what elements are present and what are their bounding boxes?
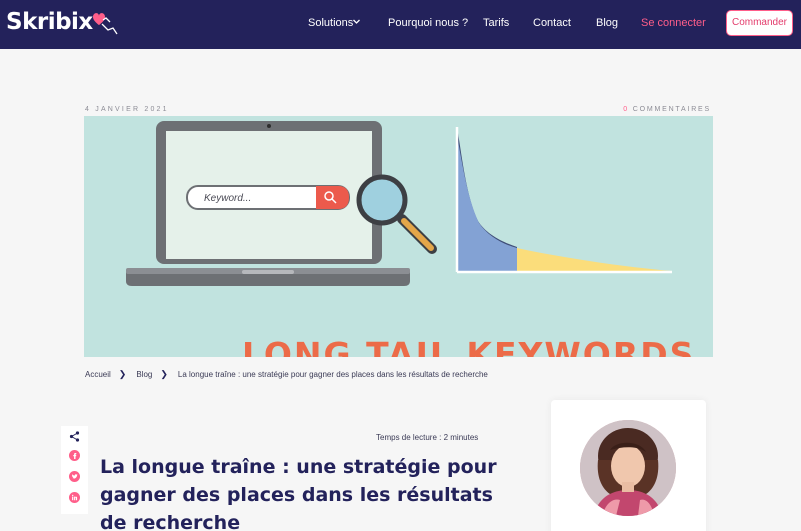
chevron-right-icon: ❯	[118, 369, 127, 379]
breadcrumb-home[interactable]: Accueil	[85, 370, 111, 379]
author-avatar	[580, 420, 676, 516]
breadcrumb-blog[interactable]: Blog	[136, 370, 152, 379]
breadcrumb-current: La longue traîne : une stratégie pour ga…	[177, 370, 488, 379]
login-link[interactable]: Se connecter	[641, 17, 706, 29]
post-date: 4 janvier 2021	[85, 106, 169, 113]
order-button[interactable]: Commander	[726, 10, 793, 36]
chevron-right-icon: ❯	[160, 369, 168, 379]
article-title: La longue traîne : une stratégie pour ga…	[100, 456, 497, 531]
twitter-icon[interactable]	[69, 471, 80, 482]
author-card	[551, 400, 706, 531]
brand-logo[interactable]: Skribix	[6, 9, 93, 35]
facebook-icon[interactable]	[69, 450, 80, 461]
share-bar	[61, 426, 88, 514]
hero-title: LONG TAIL KEYWORDS	[242, 335, 696, 357]
share-icon[interactable]	[69, 431, 80, 442]
comment-count: 0	[623, 106, 629, 113]
linkedin-icon[interactable]	[69, 492, 80, 503]
comment-label: commentaires	[632, 106, 711, 113]
nav-blog[interactable]: Blog	[596, 17, 618, 29]
search-text: Keyword...	[204, 193, 251, 204]
magnifier-icon	[356, 174, 408, 226]
nav-solutions[interactable]: Solutions	[308, 17, 353, 29]
heart-hand-icon	[93, 13, 118, 35]
comments-link[interactable]: 0 commentaires	[623, 106, 711, 113]
nav-contact[interactable]: Contact	[533, 17, 571, 29]
featured-image: Keyword... LONG TAIL KEYWORDS	[84, 116, 713, 357]
nav-tarifs[interactable]: Tarifs	[483, 17, 509, 29]
breadcrumb: Accueil ❯ Blog ❯ La longue traîne : une …	[85, 369, 488, 380]
chevron-down-icon[interactable]	[352, 17, 361, 26]
reading-time: Temps de lecture : 2 minutes	[376, 433, 479, 442]
nav-pourquoi[interactable]: Pourquoi nous ?	[388, 17, 468, 29]
long-tail-illustration: Keyword...	[126, 121, 672, 286]
site-header: Skribix Solutions Pourquoi nous ? Tarifs…	[0, 0, 801, 49]
